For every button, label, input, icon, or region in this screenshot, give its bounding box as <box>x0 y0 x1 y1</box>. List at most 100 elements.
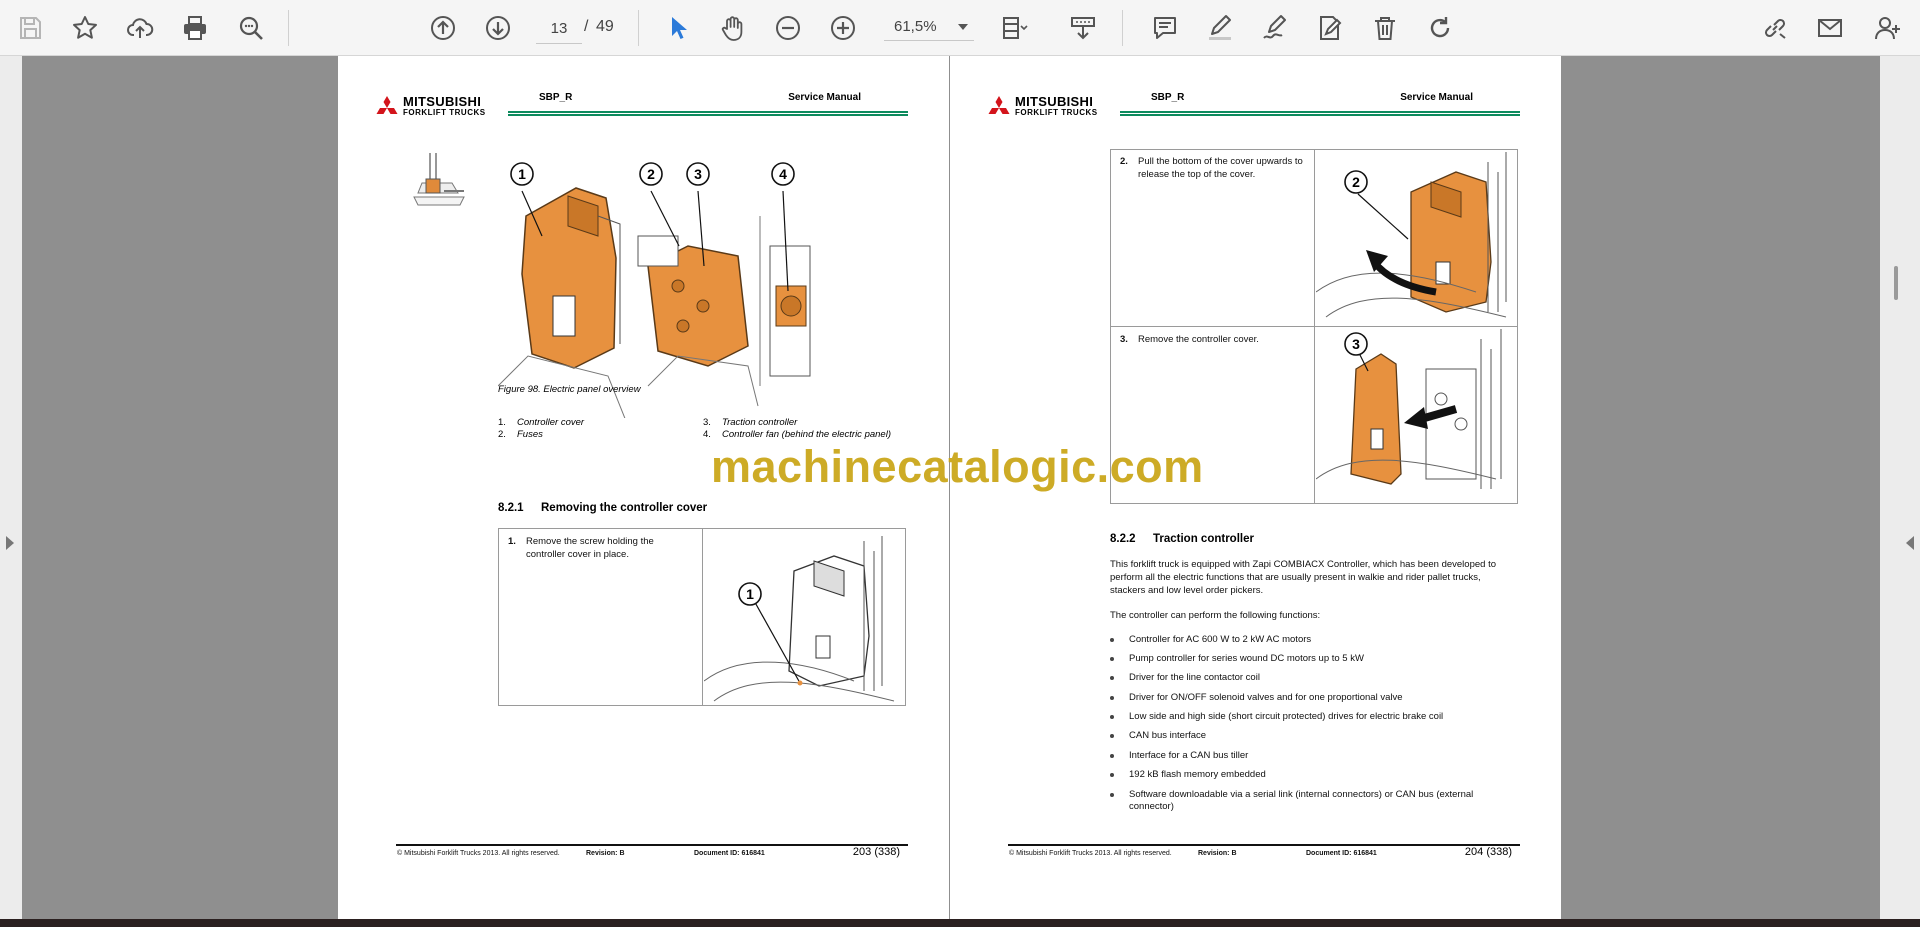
footer-copyright: © Mitsubishi Forklift Trucks 2013. All r… <box>1009 850 1172 857</box>
legend-text: Controller cover <box>517 417 585 428</box>
intro-paragraph: This forklift truck is equipped with Zap… <box>1110 559 1496 596</box>
bottom-edge <box>0 919 1920 927</box>
fill-sign-icon[interactable] <box>1312 10 1348 46</box>
page-up-icon[interactable] <box>425 10 461 46</box>
legend-text: Traction controller <box>722 417 798 428</box>
page-down-icon[interactable] <box>480 10 516 46</box>
function-list-item: Low side and high side (short circuit pr… <box>1110 711 1509 723</box>
function-list-item: Software downloadable via a serial link … <box>1110 789 1509 813</box>
email-icon[interactable] <box>1812 10 1848 46</box>
footer-page-number: 204 (338) <box>1464 846 1512 858</box>
page-total: 49 <box>596 18 614 35</box>
section-title: Traction controller <box>1153 533 1254 545</box>
delete-icon[interactable] <box>1367 10 1403 46</box>
add-user-icon[interactable] <box>1870 10 1906 46</box>
step-number: 3. <box>1120 334 1128 345</box>
hand-tool-icon[interactable] <box>715 10 751 46</box>
zoom-level-select[interactable]: 61,5% <box>884 13 974 41</box>
figure-caption: Figure 98. Electric panel overview <box>498 384 641 395</box>
header-doc-code: SBP_R <box>539 92 573 103</box>
footer-rule <box>396 844 908 846</box>
share-link-icon[interactable] <box>1757 10 1793 46</box>
header-doc-code: SBP_R <box>1151 92 1185 103</box>
expand-right-panel-icon[interactable] <box>1906 536 1914 550</box>
toolbar-divider <box>288 10 289 46</box>
chevron-down-icon <box>958 24 968 30</box>
scroll-mode-icon[interactable] <box>1065 10 1101 46</box>
legend-num: 4. <box>703 429 711 440</box>
expand-left-panel-icon[interactable] <box>6 536 14 550</box>
step-text: Remove the screw holding the controller … <box>526 536 654 560</box>
footer-rule <box>1008 844 1520 846</box>
step-number: 1. <box>508 536 516 547</box>
left-panel-collapsed[interactable] <box>0 56 22 919</box>
zoom-value: 61,5% <box>894 18 937 35</box>
highlight-pen-icon[interactable] <box>1202 10 1238 46</box>
step-text: Remove the controller cover. <box>1138 334 1259 345</box>
footer-revision: Revision: B <box>1198 850 1237 857</box>
vertical-scrollbar[interactable] <box>1894 266 1898 300</box>
functions-intro: The controller can perform the following… <box>1110 610 1321 621</box>
zoom-search-icon[interactable] <box>233 10 269 46</box>
page-number-input[interactable] <box>536 13 582 44</box>
draw-icon[interactable] <box>1257 10 1293 46</box>
section-number: 8.2.2 <box>1110 533 1136 545</box>
footer-copyright: © Mitsubishi Forklift Trucks 2013. All r… <box>397 850 560 857</box>
brand-sub: FORKLIFT TRUCKS <box>403 108 486 117</box>
header-manual-title: Service Manual <box>1400 92 1473 103</box>
legend-text: Fuses <box>517 429 543 440</box>
fuses-traction-controller-drawing <box>637 235 759 407</box>
mitsubishi-logo: MITSUBISHI FORKLIFT TRUCKS <box>986 95 1098 118</box>
right-panel-collapsed[interactable] <box>1880 56 1920 919</box>
legend-num: 1. <box>498 417 506 428</box>
callout-4-label: 4 <box>779 166 787 182</box>
pull-cover-figure: 2 <box>1316 152 1507 318</box>
select-cursor-icon[interactable] <box>660 10 696 46</box>
three-diamonds-icon <box>988 96 1010 114</box>
footer-docid: Document ID: 616841 <box>694 850 765 857</box>
remove-cover-figure: 3 <box>1316 329 1502 489</box>
zoom-in-icon[interactable] <box>825 10 861 46</box>
forklift-thumbnail-image <box>413 153 465 206</box>
function-list-item: CAN bus interface <box>1110 730 1509 742</box>
upload-cloud-icon[interactable] <box>122 10 158 46</box>
step-table: 1. Remove the screw holding the controll… <box>498 528 906 706</box>
callout-2-label: 2 <box>647 166 655 182</box>
three-diamonds-icon <box>376 96 398 114</box>
function-list-item: Interface for a CAN bus tiller <box>1110 750 1509 762</box>
function-list-item: Pump controller for series wound DC moto… <box>1110 653 1509 665</box>
section-title: Removing the controller cover <box>541 502 708 514</box>
callout-3-label: 3 <box>1352 336 1360 352</box>
callout-1-label: 1 <box>746 586 754 602</box>
remove-screw-figure: 1 <box>704 536 895 702</box>
redo-icon[interactable] <box>1422 10 1458 46</box>
step-text: Pull the bottom of the cover upwards to … <box>1138 156 1303 180</box>
zoom-out-icon[interactable] <box>770 10 806 46</box>
watermark-text: machinecatalogic.com <box>711 441 1204 492</box>
callout-1-label: 1 <box>518 166 526 182</box>
callout-3-label: 3 <box>694 166 702 182</box>
toolbar-divider <box>638 10 639 46</box>
toolbar-divider <box>1122 10 1123 46</box>
header-rule <box>1120 111 1520 116</box>
print-icon[interactable] <box>177 10 213 46</box>
callout-2-label: 2 <box>1352 174 1360 190</box>
function-list-item: Driver for the line contactor coil <box>1110 672 1509 684</box>
header-rule <box>508 111 908 116</box>
legend-num: 3. <box>703 417 711 428</box>
bookmark-star-icon[interactable] <box>67 10 103 46</box>
mitsubishi-logo: MITSUBISHI FORKLIFT TRUCKS <box>374 95 486 118</box>
legend-num: 2. <box>498 429 506 440</box>
footer-docid: Document ID: 616841 <box>1306 850 1377 857</box>
function-list-item: Controller for AC 600 W to 2 kW AC motor… <box>1110 634 1509 646</box>
function-list-item: Driver for ON/OFF solenoid valves and fo… <box>1110 692 1509 704</box>
function-list-item: 192 kB flash memory embedded <box>1110 769 1509 781</box>
electric-panel-overview-figure: 1 2 3 4 <box>498 162 811 418</box>
section-number: 8.2.1 <box>498 502 524 514</box>
header-manual-title: Service Manual <box>788 92 861 103</box>
toolbar: / 49 61,5% <box>0 0 1920 56</box>
fit-page-icon[interactable] <box>996 10 1032 46</box>
save-icon[interactable] <box>12 10 48 46</box>
comment-icon[interactable] <box>1147 10 1183 46</box>
step-number: 2. <box>1120 156 1128 167</box>
